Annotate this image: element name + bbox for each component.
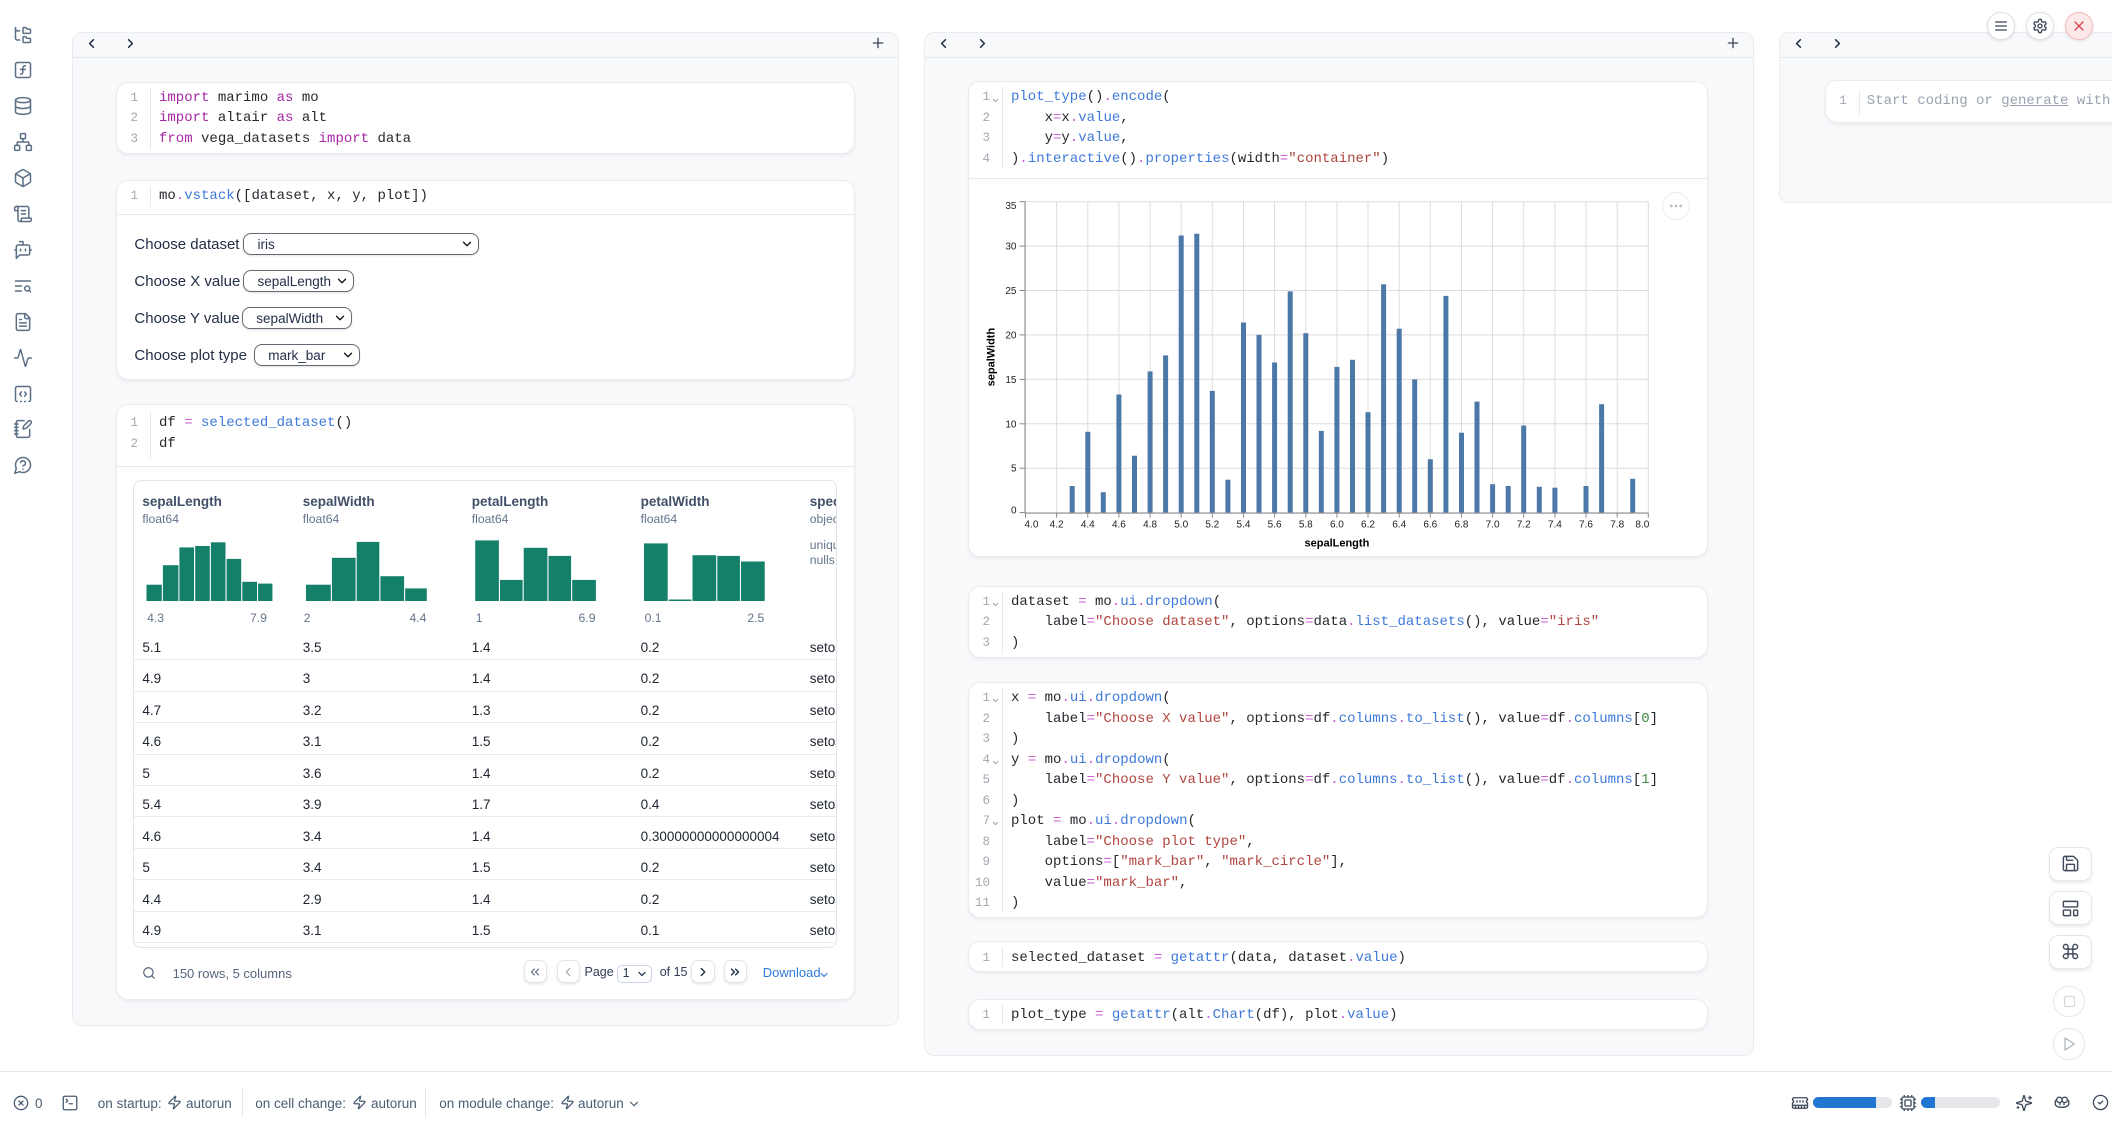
svg-text:15: 15 (1005, 375, 1017, 386)
svg-text:7.4: 7.4 (1548, 520, 1562, 531)
svg-text:30: 30 (1005, 242, 1017, 253)
svg-text:0: 0 (1011, 506, 1017, 517)
svg-text:sepalWidth: sepalWidth (986, 328, 998, 387)
svg-text:5.8: 5.8 (1299, 520, 1313, 531)
svg-text:25: 25 (1005, 286, 1017, 297)
svg-text:8.0: 8.0 (1635, 520, 1649, 531)
svg-text:4.8: 4.8 (1143, 520, 1157, 531)
svg-text:4.2: 4.2 (1050, 520, 1064, 531)
svg-text:7.2: 7.2 (1517, 520, 1531, 531)
svg-text:20: 20 (1005, 330, 1017, 341)
svg-text:6.8: 6.8 (1455, 520, 1469, 531)
svg-text:35: 35 (1005, 201, 1017, 212)
svg-text:10: 10 (1005, 419, 1017, 430)
svg-text:sepalLength: sepalLength (1305, 538, 1370, 550)
svg-text:6.6: 6.6 (1423, 520, 1437, 531)
svg-text:5.2: 5.2 (1205, 520, 1219, 531)
svg-text:4.0: 4.0 (1025, 520, 1039, 531)
svg-text:7.0: 7.0 (1486, 520, 1500, 531)
svg-text:7.6: 7.6 (1579, 520, 1593, 531)
svg-text:4.4: 4.4 (1081, 520, 1095, 531)
svg-text:5.6: 5.6 (1268, 520, 1282, 531)
svg-text:4.6: 4.6 (1112, 520, 1126, 531)
svg-text:6.0: 6.0 (1330, 520, 1344, 531)
svg-text:6.2: 6.2 (1361, 520, 1375, 531)
svg-text:5.4: 5.4 (1237, 520, 1251, 531)
svg-text:5.0: 5.0 (1174, 520, 1188, 531)
svg-text:6.4: 6.4 (1392, 520, 1406, 531)
svg-text:7.8: 7.8 (1610, 520, 1624, 531)
svg-text:5: 5 (1011, 464, 1017, 475)
